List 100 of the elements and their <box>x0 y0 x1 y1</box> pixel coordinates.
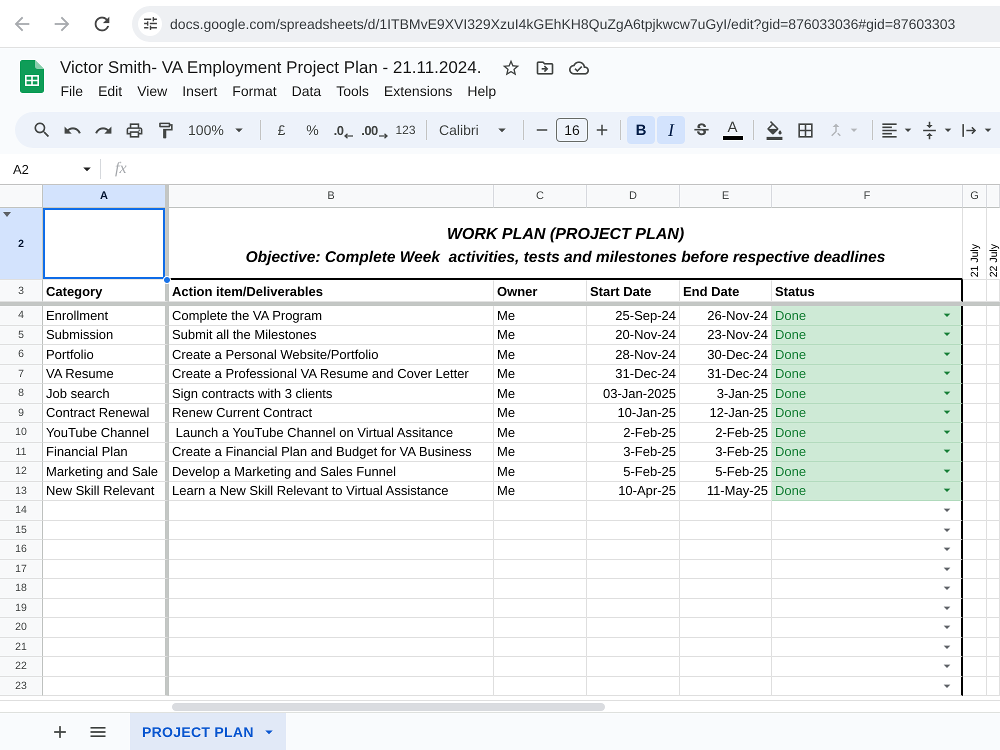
name-box[interactable]: A2 <box>0 157 96 181</box>
menu-item[interactable]: Data <box>284 81 329 101</box>
color-swatch-icon[interactable] <box>722 136 742 140</box>
table-cell: YouTube Channel <box>43 423 169 442</box>
table-cell: Me <box>494 326 587 345</box>
status-dropdown[interactable]: Done <box>772 326 963 345</box>
number-format-button[interactable]: 123 <box>391 116 420 144</box>
paint-bucket-icon[interactable] <box>765 120 784 140</box>
menu-item[interactable]: Help <box>460 81 504 101</box>
sheet-tab[interactable]: PROJECT PLAN <box>130 713 286 750</box>
status-dropdown[interactable]: Done <box>772 404 963 423</box>
table-cell: Me <box>494 423 587 442</box>
row-header[interactable]: 3 <box>0 280 43 302</box>
status-dropdown[interactable]: Done <box>772 384 963 404</box>
italic-button[interactable]: I <box>657 116 685 144</box>
menu-item[interactable]: Insert <box>174 81 225 101</box>
empty-cell <box>987 579 1000 598</box>
empty-cell <box>963 618 987 638</box>
align-left-icon[interactable] <box>880 120 899 140</box>
fill-handle[interactable] <box>163 276 171 284</box>
percent-button[interactable]: % <box>298 116 327 144</box>
text-color-button[interactable]: A <box>718 116 747 144</box>
empty-cell <box>963 638 987 657</box>
table-cell: 10-Jan-25 <box>587 404 680 423</box>
column-header[interactable]: B <box>169 185 494 208</box>
table-cell: Submit all the Milestones <box>169 326 494 345</box>
status-dropdown[interactable]: Done <box>772 423 963 442</box>
zoom-dropdown[interactable]: 100% <box>182 116 254 144</box>
table-cell: 3-Feb-25 <box>587 442 680 462</box>
address-bar[interactable]: docs.google.com/spreadsheets/d/1ITBMvE9XVI329XzuI4kGEhKH8QuZgA6tpjkwcw7uGyI/edit?gid=876033036#gid=87603303 <box>132 6 1000 42</box>
status-dropdown[interactable]: Done <box>772 364 963 384</box>
table-cell: Me <box>494 482 587 501</box>
column-header[interactable]: A <box>43 185 169 208</box>
vertical-align-icon[interactable] <box>920 120 939 140</box>
row-header[interactable]: 20 <box>0 618 43 638</box>
menu-item[interactable]: Edit <box>90 81 130 101</box>
row-header[interactable]: 9 <box>0 404 43 423</box>
grid-icon[interactable] <box>796 120 815 140</box>
row-header[interactable]: 22 <box>0 657 43 676</box>
column-header[interactable]: E <box>680 185 772 208</box>
row-header[interactable]: 5 <box>0 326 43 345</box>
row-header[interactable]: 10 <box>0 423 43 442</box>
row-header[interactable]: 7 <box>0 364 43 384</box>
table-cell: Submission <box>43 326 169 345</box>
row-header[interactable]: 12 <box>0 462 43 482</box>
status-dropdown[interactable]: Done <box>772 482 963 501</box>
row-header[interactable]: 6 <box>0 345 43 364</box>
menu-item[interactable]: View <box>130 81 175 101</box>
site-info-button[interactable] <box>138 12 162 36</box>
decrease-decimal-button[interactable]: .0 <box>329 116 358 144</box>
row-header[interactable]: 18 <box>0 579 43 598</box>
row-header[interactable]: 21 <box>0 638 43 657</box>
table-cell: Contract Renewal <box>43 404 169 423</box>
currency-button[interactable]: £ <box>267 116 296 144</box>
row-header[interactable]: 19 <box>0 598 43 618</box>
status-dropdown[interactable]: Done <box>772 306 963 326</box>
column-header[interactable]: C <box>494 185 587 208</box>
bold-button[interactable]: B <box>627 116 655 144</box>
increase-decimal-button[interactable]: .00 <box>360 116 389 144</box>
document-title[interactable]: Victor Smith- VA Employment Project Plan - 21.11.2024. <box>60 58 482 78</box>
row-header[interactable]: 11 <box>0 442 43 462</box>
row-header[interactable]: 16 <box>0 540 43 560</box>
empty-cell <box>963 520 987 540</box>
table-cell: Complete the VA Program <box>169 306 494 326</box>
status-dropdown[interactable]: Done <box>772 442 963 462</box>
empty-cell <box>963 676 987 696</box>
menu-item[interactable]: File <box>53 81 91 101</box>
column-header[interactable]: D <box>587 185 680 208</box>
arrow-right-icon[interactable] <box>378 133 388 139</box>
table-cell: 25-Sep-24 <box>587 306 680 326</box>
spreadsheet-logo[interactable] <box>20 60 44 93</box>
row-header[interactable]: 4 <box>0 306 43 326</box>
table-cell: 20-Nov-24 <box>587 326 680 345</box>
horizontal-scrollbar[interactable] <box>172 702 605 710</box>
column-header[interactable]: G <box>963 185 987 208</box>
font-size-field[interactable]: 16 <box>556 118 588 142</box>
search-icon[interactable] <box>32 120 52 140</box>
menu-item[interactable]: Extensions <box>376 81 460 101</box>
sliders-icon[interactable] <box>142 15 158 32</box>
row-header[interactable]: 8 <box>0 384 43 404</box>
empty-cell <box>963 501 987 520</box>
font-dropdown[interactable]: Calibri <box>433 116 517 144</box>
paint-roller-icon[interactable] <box>156 120 175 140</box>
status-dropdown[interactable]: Done <box>772 462 963 482</box>
printer-icon[interactable] <box>125 120 144 140</box>
row-header[interactable]: 15 <box>0 520 43 540</box>
empty-cell <box>963 598 987 618</box>
row-header[interactable]: 14 <box>0 501 43 520</box>
row-header[interactable]: 23 <box>0 676 43 696</box>
status-dropdown[interactable]: Done <box>772 345 963 364</box>
row-header[interactable]: 13 <box>0 482 43 501</box>
arrow-left-icon[interactable] <box>344 133 354 139</box>
menu-item[interactable]: Tools <box>328 81 376 101</box>
column-header[interactable]: F <box>772 185 963 208</box>
empty-cell <box>987 345 1000 364</box>
menu-item[interactable]: Format <box>224 81 284 101</box>
table-cell: 03-Jan-2025 <box>587 384 680 404</box>
table-cell: Me <box>494 345 587 364</box>
row-header[interactable]: 2 <box>0 208 43 280</box>
row-header[interactable]: 17 <box>0 560 43 579</box>
